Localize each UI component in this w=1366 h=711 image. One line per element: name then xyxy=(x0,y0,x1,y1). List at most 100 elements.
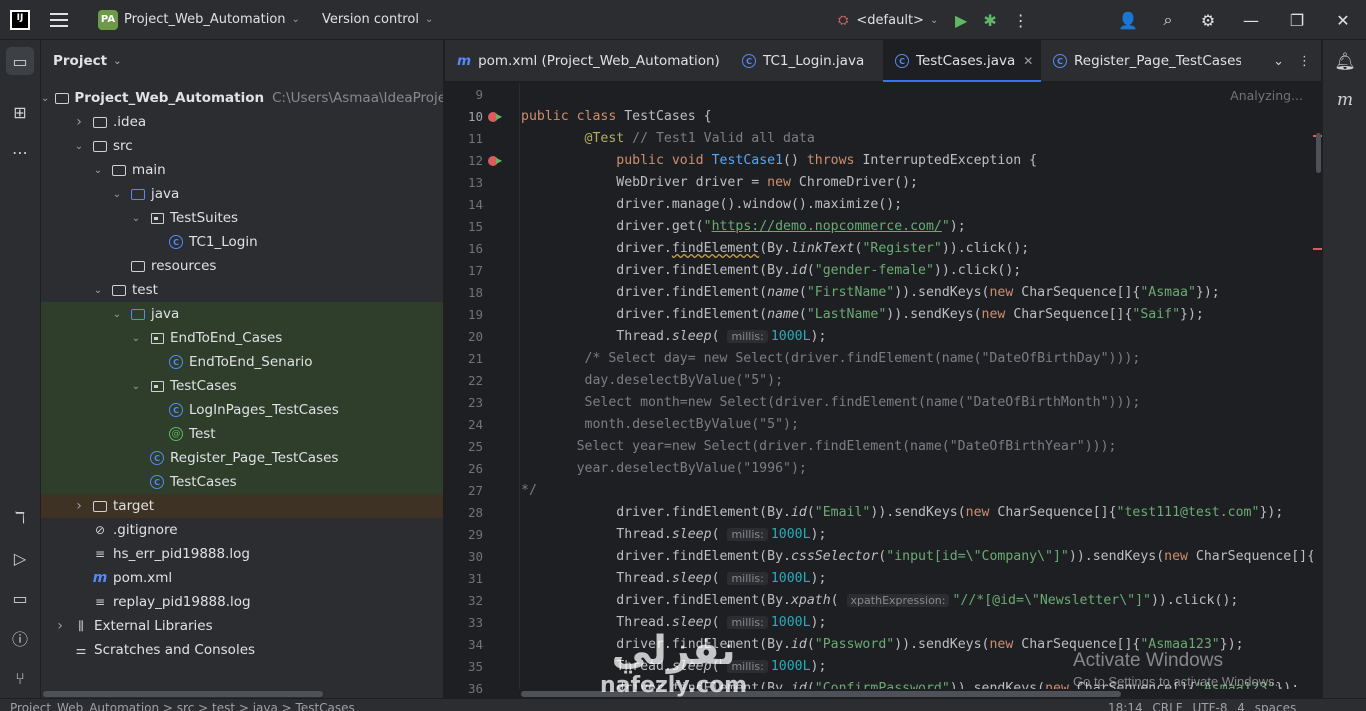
tree-item[interactable]: resources xyxy=(41,254,443,278)
git-tool-icon[interactable]: ⑂ xyxy=(6,664,34,692)
chevron-down-icon[interactable]: ⌄ xyxy=(41,93,49,104)
editor-tab[interactable]: C TestCases.java ✕ xyxy=(883,40,1041,82)
services-tool-icon[interactable]: ▷ xyxy=(6,544,34,572)
tree-item[interactable]: › .idea xyxy=(41,110,443,134)
run-gutter-icon[interactable]: ▶ xyxy=(496,156,502,165)
project-hscrollbar[interactable] xyxy=(41,690,443,698)
tree-item[interactable]: ⌄ TestCases xyxy=(41,374,443,398)
status-info[interactable]: 18:14 CRLF UTF-8 4 spaces xyxy=(1108,701,1296,711)
line-number: 21 xyxy=(467,351,483,366)
notifications-icon[interactable]: 🔔︎ xyxy=(1331,48,1359,76)
run-gutter-icon[interactable]: ▶ xyxy=(496,112,502,121)
close-tab-icon[interactable]: ✕ xyxy=(1023,54,1033,68)
code-token: ChromeDriver(); xyxy=(798,175,918,190)
chevron-down-icon[interactable]: ⌄ xyxy=(129,333,143,344)
maven-icon[interactable]: m xyxy=(1331,86,1359,114)
tree-item-label: TC1_Login xyxy=(189,234,258,250)
chevron-right-icon[interactable]: › xyxy=(53,618,67,634)
tree-item[interactable]: ⌄ java xyxy=(41,302,443,326)
code-token: }); xyxy=(1259,505,1284,520)
tree-item[interactable]: ⌄ TestSuites xyxy=(41,206,443,230)
code-token: 1000L xyxy=(770,615,811,630)
terminal-tool-icon[interactable]: ▭ xyxy=(6,584,34,612)
project-panel: Project ⌄ ⌄ Project_Web_Automation C:\User… xyxy=(41,40,444,698)
version-control-menu[interactable]: Version control xyxy=(322,12,419,27)
tree-item[interactable]: C EndToEnd_Senario xyxy=(41,350,443,374)
tree-item[interactable]: C Register_Page_TestCases xyxy=(41,446,443,470)
chevron-down-icon[interactable]: ⌄ xyxy=(110,309,124,320)
folder-icon xyxy=(111,282,127,298)
code-token: sleep xyxy=(671,571,712,586)
project-panel-header[interactable]: Project ⌄ xyxy=(41,40,443,82)
tree-item[interactable]: ⌄ src xyxy=(41,134,443,158)
run-icon[interactable]: ▶ xyxy=(955,11,967,30)
chevron-down-icon: ⌄ xyxy=(929,14,939,26)
chevron-down-icon[interactable]: ⌄ xyxy=(129,381,143,392)
chevron-down-icon[interactable]: ⌄ xyxy=(425,14,433,25)
tree-item[interactable]: ⌄ Project_Web_Automation C:\Users\Asmaa\Id… xyxy=(41,86,443,110)
chevron-down-icon[interactable]: ⌄ xyxy=(91,285,105,296)
chevron-down-icon[interactable]: ⌄ xyxy=(110,189,124,200)
restore-button[interactable]: ❐ xyxy=(1274,0,1320,40)
maven-tool-icon[interactable]: ℸ xyxy=(6,503,34,531)
tree-item[interactable]: › target xyxy=(41,494,443,518)
tree-item[interactable]: › ⫼ External Libraries xyxy=(41,614,443,638)
tree-item[interactable]: C TestCases xyxy=(41,470,443,494)
tree-item[interactable]: ⚌ Scratches and Consoles xyxy=(41,638,443,662)
chevron-down-icon[interactable]: ⌄ xyxy=(72,141,86,152)
tree-item[interactable]: ⌄ main xyxy=(41,158,443,182)
editor-tab[interactable]: C TC1_Login.java xyxy=(730,40,883,82)
chevron-right-icon[interactable]: › xyxy=(72,114,86,130)
tree-item[interactable]: @ Test xyxy=(41,422,443,446)
project-name[interactable]: Project_Web_Automation xyxy=(124,12,286,27)
code-token: " xyxy=(703,219,712,234)
editor-vscrollbar[interactable] xyxy=(1313,83,1323,689)
chevron-down-icon[interactable]: ⌄ xyxy=(292,14,300,25)
problems-tool-icon[interactable]: ⓘ xyxy=(6,624,34,652)
intellij-logo-icon[interactable]: IJ xyxy=(10,9,30,30)
main-menu-icon[interactable] xyxy=(50,12,68,27)
tree-item-label: test xyxy=(132,282,158,298)
project-tool-icon[interactable]: ▭ xyxy=(6,47,34,75)
tree-item[interactable]: C TC1_Login xyxy=(41,230,443,254)
breadcrumb[interactable]: Project_Web_Automation > src > test > ja… xyxy=(10,701,355,711)
code-token: name xyxy=(767,307,799,322)
chevron-down-icon[interactable]: ⌄ xyxy=(129,213,143,224)
tree-item[interactable]: ≡ hs_err_pid19888.log xyxy=(41,542,443,566)
source-folder-icon xyxy=(130,186,146,202)
code-token: ); xyxy=(810,329,827,344)
tab-list-chevron-icon[interactable]: ⌄ xyxy=(1273,54,1284,69)
package-icon xyxy=(149,330,165,346)
project-badge[interactable]: PA xyxy=(98,9,118,30)
tree-item[interactable]: m pom.xml xyxy=(41,566,443,590)
settings-icon[interactable]: ⚙ xyxy=(1188,0,1228,40)
debug-icon[interactable]: ✱ xyxy=(983,11,996,30)
close-window-button[interactable]: ✕ xyxy=(1320,0,1366,40)
more-actions-icon[interactable]: ⋮ xyxy=(1013,11,1029,30)
code-token: )).click(); xyxy=(933,263,1022,278)
more-tools-icon[interactable]: ⋯ xyxy=(6,138,34,166)
line-number: 28 xyxy=(467,505,483,520)
structure-tool-icon[interactable]: ⊞ xyxy=(6,98,34,126)
run-config-label: <default> xyxy=(856,12,924,28)
tree-item[interactable]: ⌄ EndToEnd_Cases xyxy=(41,326,443,350)
editor-tab-label: TC1_Login.java xyxy=(763,53,865,69)
editor-tab[interactable]: C Register_Page_TestCases.java xyxy=(1041,40,1241,82)
chevron-down-icon[interactable]: ⌄ xyxy=(91,165,105,176)
editor-tab-label: TestCases.java xyxy=(916,53,1016,69)
tree-item[interactable]: ≡ replay_pid19888.log xyxy=(41,590,443,614)
minimize-button[interactable]: — xyxy=(1228,0,1274,40)
code-editor[interactable]: Analyzing... public class TestCases { @T… xyxy=(521,83,1313,689)
search-icon[interactable]: ⌕ xyxy=(1148,0,1188,40)
tree-item[interactable]: ⊘ .gitignore xyxy=(41,518,443,542)
tree-item[interactable]: C LogInPages_TestCases xyxy=(41,398,443,422)
parameter-hint: xpathExpression: xyxy=(846,594,950,607)
tree-item[interactable]: ⌄ test xyxy=(41,278,443,302)
chevron-right-icon[interactable]: › xyxy=(72,498,86,514)
tree-item[interactable]: ⌄ java xyxy=(41,182,443,206)
tab-more-icon[interactable]: ⋮ xyxy=(1298,54,1311,69)
run-config-selector[interactable]: ⛭ <default> ⌄ xyxy=(838,0,938,40)
add-user-icon[interactable]: 👤 xyxy=(1108,0,1148,40)
code-line: driver.findElement(By.id("gender-female"… xyxy=(521,260,1021,282)
editor-tab[interactable]: m pom.xml (Project_Web_Automation) xyxy=(445,40,730,82)
